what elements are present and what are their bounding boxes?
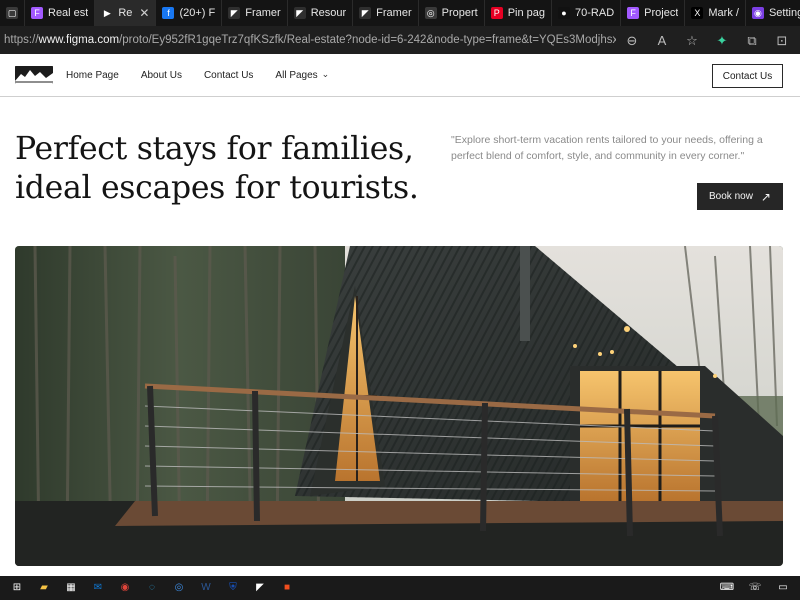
hero-title: Perfect stays for families, ideal escape…	[15, 130, 445, 208]
main-nav: Home Page About Us Contact Us All Pages …	[66, 54, 329, 96]
dark-site-icon: ●	[558, 7, 571, 19]
edge-icon[interactable]: ◌	[145, 581, 159, 595]
sidebar-icon[interactable]: ⊡	[774, 34, 790, 47]
book-now-label: Book now	[709, 191, 753, 202]
browser-tab-title: Propert	[441, 7, 478, 19]
browser-tab[interactable]: ◤ Resour	[288, 0, 354, 26]
browser-tab-title: Mark /	[708, 7, 739, 19]
word-icon[interactable]: W	[199, 581, 213, 595]
cortana-icon[interactable]: ◎	[172, 581, 186, 595]
taskbar-tray: ⌨ ☏ ▭	[720, 581, 800, 595]
browser-tab[interactable]: ▶ Re ✕	[95, 0, 157, 26]
framer-icon: ◤	[228, 7, 241, 19]
x-icon: X	[691, 7, 704, 19]
url-path: /proto/Ey952fR1gqeTrz7qfKSzfk/Real-estat…	[119, 34, 616, 46]
keyboard-icon[interactable]: ⌨	[720, 581, 734, 595]
url-prefix: https://	[4, 34, 39, 46]
browser-tab[interactable]: P Pin pag	[485, 0, 553, 26]
browser-tab-title: Project	[644, 7, 679, 19]
contact-us-button[interactable]: Contact Us	[712, 64, 783, 88]
extension-icon[interactable]: ✦	[714, 34, 730, 47]
arrow-up-right-icon: ↗	[760, 189, 771, 204]
bitwarden-icon[interactable]: ⛨	[226, 581, 240, 595]
browser-tab-strip: ▢ F Real est ▶ Re ✕ f (20+) F ◤ Framer ◤ Resour ◤ Fra…	[0, 0, 800, 26]
globe-icon: ◎	[424, 7, 437, 19]
browser-tab-title: Real est	[48, 7, 89, 19]
close-tab-icon[interactable]: ✕	[139, 6, 149, 20]
all-pages-label: All Pages	[275, 69, 318, 81]
pinterest-icon: P	[490, 7, 503, 19]
browser-tab[interactable]: F Real est	[25, 0, 96, 26]
site-logo-icon[interactable]	[15, 66, 53, 84]
file-explorer-icon[interactable]: ▰	[37, 581, 51, 595]
task-view-icon[interactable]: ⊞	[10, 581, 24, 595]
hero-cabin-image	[15, 246, 783, 566]
browser-tab[interactable]: ▢	[0, 0, 25, 26]
browser-tab-title: Framer	[376, 7, 412, 19]
browser-tab[interactable]: ◤ Framer	[222, 0, 288, 26]
os-taskbar: ⊞ ▰ ▦ ✉ ◉ ◌ ◎ W ⛨ ◤ ■ ⌨ ☏ ▭	[0, 576, 800, 600]
browser-tab[interactable]: ◤ Framer	[353, 0, 419, 26]
browser-tab[interactable]: F Project	[621, 0, 686, 26]
mail-icon[interactable]: ✉	[91, 581, 105, 595]
facebook-icon: f	[162, 7, 175, 19]
cabin-illustration	[15, 246, 783, 566]
chrome-icon[interactable]: ◉	[118, 581, 132, 595]
browser-tab[interactable]: ◎ Propert	[419, 0, 485, 26]
address-bar-actions: ⊖ A ☆ ✦ ⧉ ⊡	[624, 34, 796, 47]
play-icon: ▶	[101, 7, 114, 19]
book-now-button[interactable]: Book now ↗	[697, 183, 783, 210]
figma-icon: F	[31, 7, 43, 19]
window-icon: ▢	[6, 7, 18, 19]
browser-tab[interactable]: f (20+) F	[156, 0, 223, 26]
settings-icon: ◉	[751, 7, 764, 19]
site-header: Home Page About Us Contact Us All Pages …	[0, 54, 800, 97]
framer-icon: ◤	[359, 7, 372, 19]
url-field[interactable]: https://www.figma.com/proto/Ey952fR1gqeT…	[4, 34, 616, 46]
browser-tab-title: Pin pag	[507, 7, 546, 19]
hero-quote: "Explore short-term vacation rents tailo…	[451, 134, 763, 162]
browser-tab[interactable]: ● 70-RAD	[552, 0, 622, 26]
framer-icon: ◤	[293, 7, 306, 19]
phone-link-icon[interactable]: ☏	[748, 581, 762, 595]
nav-all-pages-dropdown[interactable]: All Pages ⌄	[275, 68, 330, 81]
read-aloud-icon[interactable]: A	[654, 34, 670, 47]
hero-title-line-2: ideal escapes for tourists.	[15, 170, 419, 206]
notification-icon[interactable]: ▭	[776, 581, 790, 595]
browser-tab[interactable]: ◉ Setting	[746, 0, 800, 26]
puzzle-icon[interactable]: ⧉	[744, 34, 760, 47]
nav-contact[interactable]: Contact Us	[204, 70, 253, 81]
url-host: www.figma.com	[38, 34, 120, 46]
browser-tab-title: Re	[118, 7, 133, 19]
hero-title-line-1: Perfect stays for families,	[15, 131, 414, 167]
browser-tab-title: Framer	[245, 7, 281, 19]
nav-about[interactable]: About Us	[141, 70, 182, 81]
browser-tab[interactable]: X Mark /	[685, 0, 746, 26]
browser-tab-title: 70-RAD	[575, 7, 615, 19]
chevron-down-icon: ⌄	[321, 68, 330, 79]
figma-app-icon[interactable]: ■	[280, 581, 294, 595]
browser-tab-title: Setting	[768, 7, 800, 19]
framer-app-icon[interactable]: ◤	[253, 581, 267, 595]
browser-tab-title: (20+) F	[179, 7, 216, 19]
zoom-icon[interactable]: ⊖	[624, 34, 640, 47]
favorite-star-icon[interactable]: ☆	[684, 34, 700, 47]
figma-icon: F	[627, 7, 640, 19]
browser-tab-title: Resour	[310, 7, 347, 19]
nav-home[interactable]: Home Page	[66, 70, 119, 81]
store-icon[interactable]: ▦	[64, 581, 78, 595]
address-bar[interactable]: https://www.figma.com/proto/Ey952fR1gqeT…	[0, 26, 800, 54]
taskbar-apps: ⊞ ▰ ▦ ✉ ◉ ◌ ◎ W ⛨ ◤ ■	[0, 581, 294, 595]
